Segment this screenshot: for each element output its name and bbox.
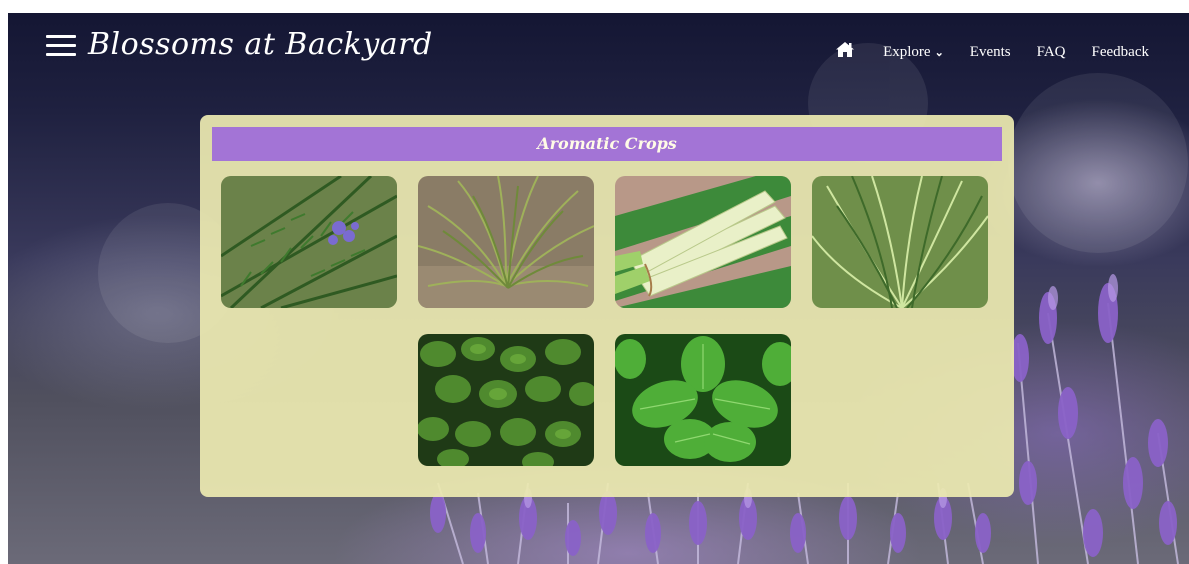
vetiver-grass-image: [418, 176, 594, 308]
lemongrass-stalks-image: [615, 176, 791, 308]
patchouli-leaves-image: [418, 334, 594, 466]
panel-title: Aromatic Crops: [212, 127, 1002, 161]
chevron-down-icon: ⌄: [934, 46, 944, 59]
hero-background: Blossoms at Backyard Explore ⌄ Events FAQ…: [8, 13, 1189, 564]
nav-explore-label: Explore: [883, 43, 931, 60]
citronella-grass-image: [812, 176, 988, 308]
crop-image-citronella[interactable]: [812, 176, 988, 308]
nav-feedback[interactable]: Feedback: [1092, 44, 1149, 61]
crop-image-mint[interactable]: [615, 334, 791, 466]
main-nav: Explore ⌄ Events FAQ Feedback: [835, 41, 1149, 63]
nav-events[interactable]: Events: [970, 44, 1011, 61]
crop-image-vetiver[interactable]: [418, 176, 594, 308]
crop-image-patchouli[interactable]: [418, 334, 594, 466]
top-navigation-bar: Blossoms at Backyard Explore ⌄ Events FAQ…: [8, 13, 1189, 89]
aromatic-crops-panel: Aromatic Crops: [200, 115, 1014, 497]
nav-faq[interactable]: FAQ: [1037, 44, 1066, 61]
nav-explore[interactable]: Explore ⌄: [883, 44, 944, 61]
hamburger-menu-icon[interactable]: [46, 33, 76, 59]
rosemary-image: [221, 176, 397, 308]
mint-leaves-image: [615, 334, 791, 466]
crop-image-rosemary[interactable]: [221, 176, 397, 308]
home-icon: [836, 42, 855, 57]
site-title[interactable]: Blossoms at Backyard: [88, 27, 433, 62]
nav-home[interactable]: [835, 41, 857, 63]
crop-image-lemongrass-stalks[interactable]: [615, 176, 791, 308]
